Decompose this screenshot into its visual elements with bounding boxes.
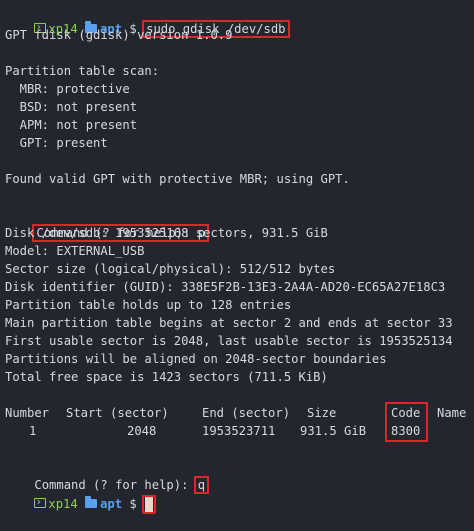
code-column-highlight <box>385 402 428 442</box>
prompt-symbol-2: $ <box>129 497 137 511</box>
prompt-line: xp14 apt $ sudo gdisk /dev/sdb <box>5 2 290 38</box>
info-free-space: Total free space is 1423 sectors (711.5 … <box>5 370 328 384</box>
table-header-name: Name <box>437 406 467 420</box>
text-cursor <box>145 497 154 512</box>
folder-icon <box>85 496 98 508</box>
table-cell-size: 931.5 GiB <box>300 424 367 438</box>
prompt-dir-2: apt <box>100 497 123 511</box>
table-header-end: End (sector) <box>202 406 291 420</box>
scan-item-mbr: MBR: protective <box>5 82 130 96</box>
info-table-entries: Partition table holds up to 128 entries <box>5 298 292 312</box>
info-sector-size: Sector size (logical/physical): 512/512 … <box>5 262 336 276</box>
found-gpt-line: Found valid GPT with protective MBR; usi… <box>5 172 350 186</box>
command-line-q: Command (? for help): q <box>5 458 210 494</box>
prompt-line-2: xp14 apt $ <box>5 477 157 513</box>
info-usable-sectors: First usable sector is 2048, last usable… <box>5 334 453 348</box>
table-header-start: Start (sector) <box>66 406 169 420</box>
command-line-p: Command (? for help): p <box>5 206 210 242</box>
scan-item-gpt: GPT: present <box>5 136 108 150</box>
scan-heading: Partition table scan: <box>5 64 160 78</box>
info-main-table: Main partition table begins at sector 2 … <box>5 316 453 330</box>
table-cell-start: 2048 <box>127 424 157 438</box>
info-disk-guid: Disk identifier (GUID): 338E5F2B-13E3-2A… <box>5 280 446 294</box>
table-header-number: Number <box>5 406 50 420</box>
cursor-highlight[interactable] <box>142 495 157 513</box>
info-disk: Disk /dev/sdb: 1953525168 sectors, 931.5… <box>5 226 328 240</box>
command-q: q <box>193 476 210 494</box>
terminal-window[interactable]: xp14 apt $ sudo gdisk /dev/sdb GPT fdisk… <box>0 0 474 513</box>
prompt-host-2: xp14 <box>48 497 78 511</box>
info-alignment: Partitions will be aligned on 2048-secto… <box>5 352 387 366</box>
scan-item-bsd: BSD: not present <box>5 100 138 114</box>
version-line: GPT fdisk (gdisk) version 1.0.9 <box>5 28 233 42</box>
scan-item-apm: APM: not present <box>5 118 138 132</box>
info-model: Model: EXTERNAL_USB <box>5 244 145 258</box>
terminal-icon <box>34 498 47 508</box>
table-header-size: Size <box>307 406 337 420</box>
table-cell-end: 1953523711 <box>202 424 276 438</box>
table-cell-number: 1 <box>29 424 37 438</box>
